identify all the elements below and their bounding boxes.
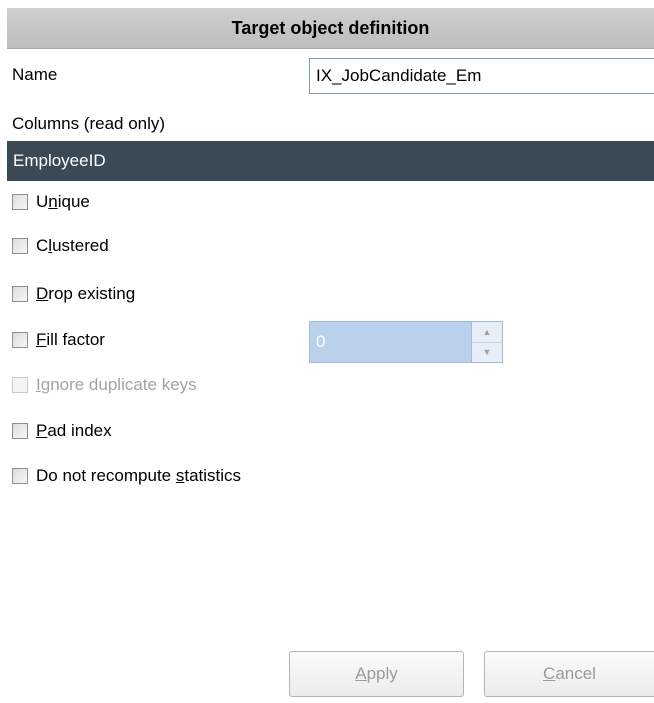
unique-label: Unique (36, 192, 90, 211)
column-item-employeeid[interactable]: EmployeeID (7, 141, 654, 181)
fill-factor-option[interactable]: Fill factor (12, 330, 105, 350)
panel-title: Target object definition (231, 17, 430, 38)
ignore-duplicate-keys-label: Ignore duplicate keys (36, 375, 197, 394)
fill-factor-spinner: 0 ▲ ▼ (309, 321, 503, 363)
drop-existing-label: Drop existing (36, 284, 136, 303)
drop-existing-option[interactable]: Drop existing (12, 284, 135, 304)
fill-factor-value: 0 (316, 332, 326, 351)
ignore-duplicate-keys-option: Ignore duplicate keys (12, 375, 197, 395)
no-recompute-statistics-option[interactable]: Do not recompute statistics (12, 466, 241, 486)
pad-index-checkbox[interactable] (12, 423, 28, 439)
name-input[interactable] (309, 58, 654, 94)
columns-label: Columns (read only) (12, 114, 166, 133)
clustered-option[interactable]: Clustered (12, 236, 109, 256)
apply-button-label: Apply (355, 664, 398, 683)
clustered-label: Clustered (36, 236, 109, 255)
no-recompute-statistics-label: Do not recompute statistics (36, 466, 242, 485)
target-object-definition-panel: Target object definition Name Columns (r… (0, 0, 654, 703)
pad-index-label: Pad index (36, 421, 112, 440)
pad-index-option[interactable]: Pad index (12, 421, 112, 441)
unique-checkbox[interactable] (12, 194, 28, 210)
spin-up-icon: ▲ (472, 322, 502, 343)
fill-factor-label: Fill factor (36, 330, 105, 349)
drop-existing-checkbox[interactable] (12, 286, 28, 302)
panel-header: Target object definition (7, 8, 654, 49)
column-item-label: EmployeeID (13, 151, 106, 170)
clustered-checkbox[interactable] (12, 238, 28, 254)
ignore-duplicate-keys-checkbox (12, 377, 28, 393)
spin-buttons: ▲ ▼ (471, 322, 502, 362)
unique-option[interactable]: Unique (12, 192, 90, 212)
fill-factor-checkbox[interactable] (12, 332, 28, 348)
apply-button: Apply (289, 651, 464, 697)
spin-down-icon: ▼ (472, 342, 502, 362)
name-label: Name (12, 65, 58, 84)
cancel-button: Cancel (484, 651, 654, 697)
no-recompute-statistics-checkbox[interactable] (12, 468, 28, 484)
cancel-button-label: Cancel (543, 664, 596, 683)
